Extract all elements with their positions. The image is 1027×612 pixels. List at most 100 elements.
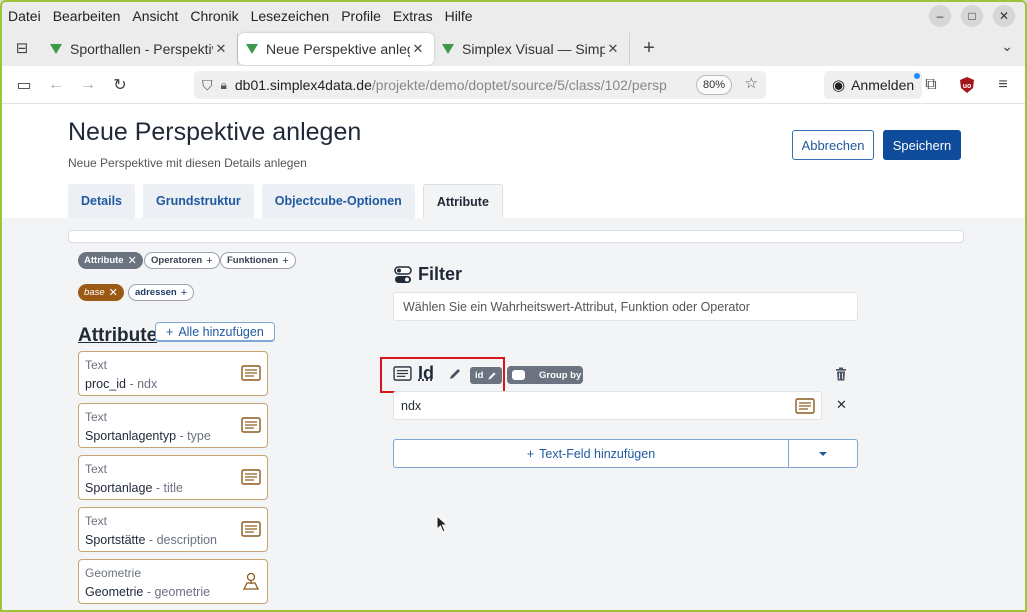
menu-chronik[interactable]: Chronik (184, 2, 244, 30)
close-icon[interactable]: ✕ (993, 5, 1015, 27)
tab-list-chevron-icon[interactable]: ⌄ (1001, 38, 1013, 55)
chip-remove-icon[interactable]: ✕ (109, 286, 118, 299)
tab-close-icon[interactable]: ✕ (605, 41, 621, 57)
tab-objectcube-optionen[interactable]: Objectcube-Optionen (261, 184, 415, 218)
lock-icon[interactable]: 🔒︎ (221, 78, 227, 93)
filter-select[interactable]: Wählen Sie ein Wahrheitswert-Attribut, F… (393, 292, 858, 321)
tab-title: Sporthallen - Perspektiven (70, 41, 213, 57)
chip-label: base (84, 287, 105, 298)
remove-field-icon[interactable]: ✕ (836, 397, 847, 413)
top-strip (68, 230, 964, 243)
save-button[interactable]: Speichern (883, 130, 961, 160)
add-field-dropdown-button[interactable] (788, 439, 858, 468)
browser-tab-simplex-visual[interactable]: Simplex Visual — Simplex ✕ (434, 33, 630, 65)
id-badge[interactable]: id (470, 367, 503, 384)
attribute-label: proc_id - ndx (85, 377, 158, 391)
attribute-type: Text (85, 410, 108, 424)
menu-hilfe[interactable]: Hilfe (439, 2, 479, 30)
add-all-label: Alle hinzufügen (178, 324, 264, 339)
menu-hamburger-icon[interactable]: ≡ (987, 69, 1019, 101)
chip-add-icon[interactable]: + (206, 255, 212, 267)
account-icon: ◉ (832, 77, 846, 94)
attribute-key: geometrie (154, 585, 211, 599)
text-field-value[interactable]: ndx (393, 391, 822, 420)
tab-manager-icon[interactable]: ⊟ (2, 30, 42, 66)
cancel-button[interactable]: Abbrechen (792, 130, 874, 160)
attribute-card-sportstaette[interactable]: Text Sportstätte - description (78, 507, 268, 552)
attribute-name: proc_id (85, 377, 126, 391)
attribute-card-geometrie[interactable]: Geometrie Geometrie - geometrie (78, 559, 268, 604)
pencil-icon[interactable] (448, 367, 462, 381)
chip-label: Operatoren (151, 255, 203, 266)
reload-icon[interactable]: ↻ (104, 69, 136, 101)
menu-profile[interactable]: Profile (335, 2, 387, 30)
attribute-name: Geometrie (85, 585, 144, 599)
text-lines-icon (241, 521, 261, 537)
toolbar-right: ⧉ uo ≡ (915, 69, 1019, 101)
zoom-level[interactable]: 80% (695, 75, 732, 95)
chip-add-icon[interactable]: + (181, 287, 187, 299)
chip-operatoren[interactable]: Operatoren + (144, 252, 220, 269)
shield-icon[interactable]: ⛉ (202, 77, 213, 94)
menu-datei[interactable]: Datei (2, 2, 47, 30)
chip-label: Attribute (84, 255, 124, 266)
tab-bar: ⊟ Sporthallen - Perspektiven ✕ Neue Pers… (2, 30, 1025, 66)
plus-icon: + (526, 446, 535, 461)
pencil-icon[interactable] (487, 371, 497, 381)
toggle-switch[interactable] (512, 370, 525, 380)
tab-grundstruktur[interactable]: Grundstruktur (143, 184, 254, 218)
attribute-card-sportanlagentyp[interactable]: Text Sportanlagentyp - type (78, 403, 268, 448)
text-lines-icon (393, 366, 412, 381)
extensions-icon[interactable]: ⧉ (915, 69, 947, 101)
signin-label: Anmelden (851, 77, 915, 93)
attribute-card-proc-id[interactable]: Text proc_id - ndx (78, 351, 268, 396)
attribute-key: ndx (137, 377, 158, 391)
chip-remove-icon[interactable]: ✕ (128, 254, 137, 267)
chip-funktionen[interactable]: Funktionen + (220, 252, 296, 269)
attribute-label: Geometrie - geometrie (85, 585, 211, 599)
add-all-button[interactable]: + Alle hinzufügen (155, 322, 275, 342)
tab-close-icon[interactable]: ✕ (410, 41, 426, 57)
minimize-icon[interactable]: – (929, 5, 951, 27)
bookmark-star-icon[interactable]: ☆ (745, 74, 758, 92)
signin-button[interactable]: ◉ Anmelden (824, 71, 923, 99)
back-icon[interactable]: ← (40, 69, 72, 101)
chip-adressen[interactable]: adressen + (128, 284, 195, 301)
attribute-type: Text (85, 462, 108, 476)
tab-details[interactable]: Details (68, 184, 135, 218)
add-text-field-label: Text-Feld hinzufügen (539, 446, 656, 461)
plus-icon: + (166, 324, 174, 339)
menu-lesezeichen[interactable]: Lesezeichen (245, 2, 336, 30)
browser-tab-neue-perspektive[interactable]: Neue Perspektive anlegen ✕ (238, 33, 434, 65)
sidebar-icon[interactable]: ▭ (8, 69, 40, 101)
field-name[interactable]: Id (418, 363, 434, 384)
menu-extras[interactable]: Extras (387, 2, 439, 30)
browser-tab-sporthallen[interactable]: Sporthallen - Perspektiven ✕ (42, 33, 238, 65)
attribute-card-sportanlage[interactable]: Text Sportanlage - title (78, 455, 268, 500)
attribute-name: Sportanlagentyp (85, 429, 177, 443)
forward-icon[interactable]: → (72, 69, 104, 101)
toggle-filter-icon (394, 265, 412, 283)
filter-label: Filter (418, 264, 463, 284)
chip-add-icon[interactable]: + (282, 255, 288, 267)
add-text-field-button[interactable]: + Text-Feld hinzufügen (393, 439, 789, 468)
caret-down-icon (819, 451, 827, 456)
trash-icon[interactable] (834, 367, 848, 381)
ublock-icon[interactable]: uo (951, 69, 983, 101)
attribute-name: Sportanlage (85, 481, 153, 495)
url-bar[interactable]: ⛉ 🔒︎ db01.simplex4data.de/projekte/demo/… (194, 71, 766, 99)
new-tab-icon[interactable]: + (634, 37, 664, 60)
page-subtitle: Neue Perspektive mit diesen Details anle… (68, 156, 307, 170)
menu-ansicht[interactable]: Ansicht (126, 2, 184, 30)
chip-attribute[interactable]: Attribute ✕ (78, 252, 143, 269)
id-badge-label: id (475, 370, 484, 381)
text-lines-icon (241, 417, 261, 433)
menu-bearbeiten[interactable]: Bearbeiten (47, 2, 127, 30)
maximize-icon[interactable]: □ (961, 5, 983, 27)
tab-attribute[interactable]: Attribute (422, 184, 503, 218)
page-title: Neue Perspektive anlegen (68, 118, 362, 146)
tab-close-icon[interactable]: ✕ (213, 41, 229, 57)
chip-base[interactable]: base ✕ (78, 284, 124, 301)
url-path: /projekte/demo/doptet/source/5/class/102… (371, 77, 667, 93)
group-by-toggle[interactable]: Group by (507, 366, 583, 384)
